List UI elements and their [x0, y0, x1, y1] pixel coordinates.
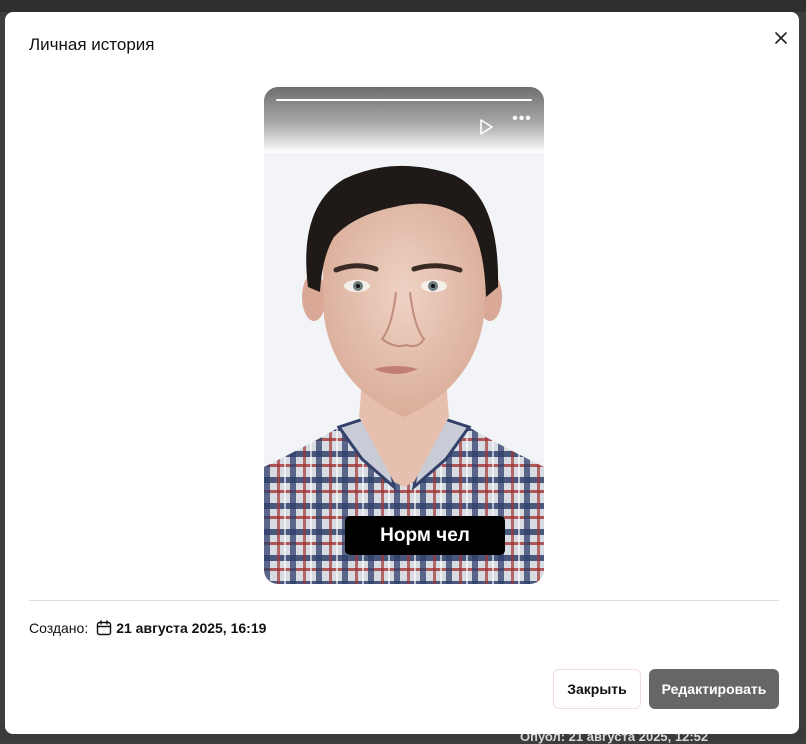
divider	[29, 600, 779, 601]
story-preview[interactable]: ••• Норм чел	[264, 87, 544, 584]
created-info: Создано: 21 августа 2025, 16:19	[29, 618, 266, 638]
story-modal: Личная история ••• Норм чел Создано: 21 …	[5, 12, 799, 734]
story-photo	[264, 87, 544, 584]
story-caption: Норм чел	[345, 516, 505, 555]
more-options-button[interactable]: •••	[510, 110, 534, 129]
story-progress-bar	[276, 99, 532, 101]
close-icon	[775, 32, 787, 44]
close-dialog-button[interactable]: Закрыть	[553, 669, 641, 709]
created-label: Создано:	[29, 620, 89, 636]
backdrop	[0, 0, 806, 12]
modal-title: Личная история	[29, 35, 155, 54]
story-top-overlay	[264, 87, 544, 153]
edit-button[interactable]: Редактировать	[649, 669, 779, 709]
play-icon	[480, 119, 493, 135]
close-button[interactable]	[769, 26, 793, 50]
calendar-icon	[96, 620, 112, 636]
created-date: 21 августа 2025, 16:19	[116, 620, 267, 636]
play-button[interactable]	[476, 117, 496, 137]
more-horizontal-icon: •••	[512, 110, 532, 127]
story-progress-fill	[276, 99, 532, 101]
